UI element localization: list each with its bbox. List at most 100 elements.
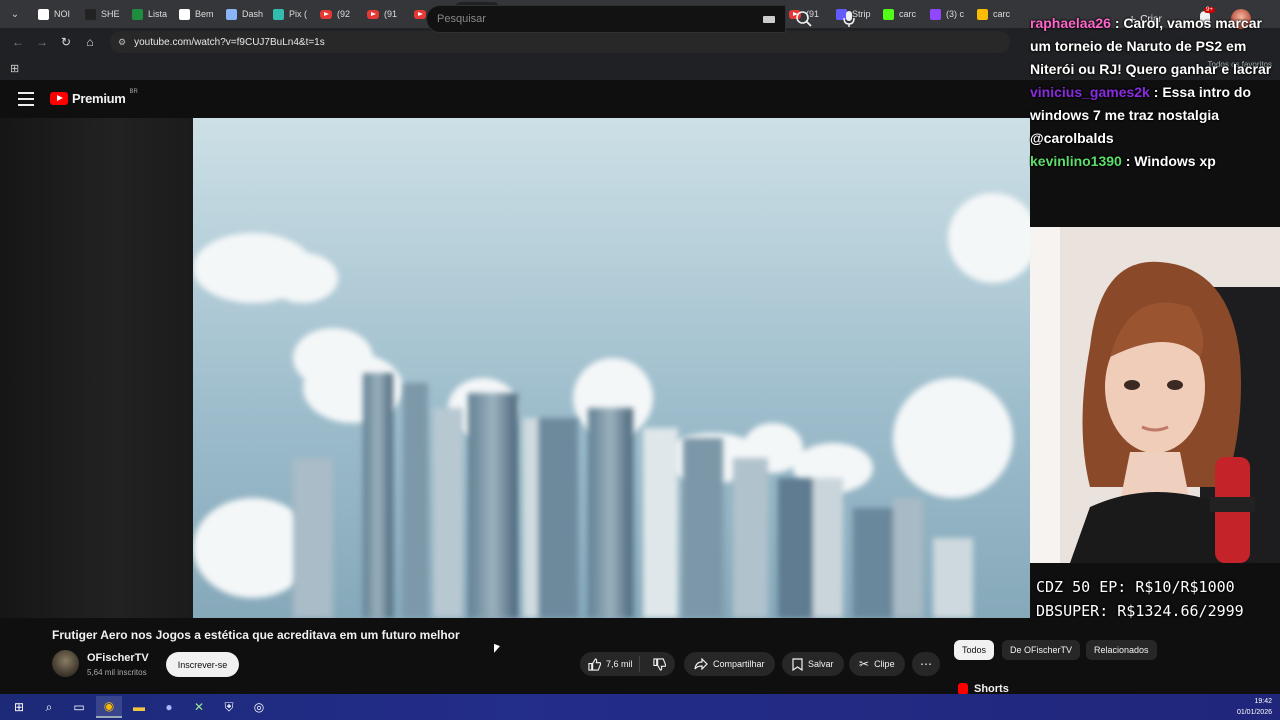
streamer-webcam [1030, 227, 1280, 563]
search-placeholder: Pesquisar [437, 13, 486, 25]
more-horizontal-icon: ⋯ [920, 657, 932, 671]
webcam-person [1030, 227, 1280, 563]
like-button[interactable]: 7,6 mil [580, 656, 640, 672]
apps-grid-icon[interactable]: ⊞ [10, 62, 19, 75]
chat-list: raphaelaa26 : Carol, vamos marcar um tor… [1030, 12, 1280, 173]
save-label: Salvar [808, 659, 834, 669]
stream-chat-overlay: raphaelaa26 : Carol, vamos marcar um tor… [1030, 12, 1280, 173]
tab-label: SHE [101, 9, 120, 19]
windows-taskbar: ⊞ ⌕ ▭ ◉ ▬ ● ✕ ⛨ ◎ [0, 694, 1280, 720]
youtube-logo[interactable]: Premium BR [50, 88, 138, 106]
menu-icon[interactable] [18, 92, 34, 106]
scissors-icon: ✂ [859, 657, 870, 671]
clock-time: 19:42 [1254, 698, 1272, 705]
like-dislike-group: 7,6 mil [580, 652, 675, 676]
chat-message: raphaelaa26 : Carol, vamos marcar um tor… [1030, 12, 1280, 81]
video-player[interactable] [193, 118, 1030, 618]
forward-icon[interactable]: → [32, 32, 52, 52]
browser-tab[interactable]: (91 [361, 2, 406, 26]
chat-username: kevinlino1390 [1030, 153, 1122, 169]
back-icon[interactable]: ← [8, 32, 28, 52]
youtube-play-icon [50, 92, 68, 105]
reload-icon[interactable]: ↻ [56, 32, 76, 52]
site-info-icon[interactable]: ⚙ [118, 37, 126, 48]
voice-search-button[interactable] [836, 5, 862, 33]
channel-name[interactable]: OFischerTV [87, 652, 149, 664]
browser-tab[interactable]: Bem [173, 2, 218, 26]
search-icon [796, 11, 812, 27]
chrome-icon [977, 8, 988, 20]
save-button[interactable]: Salvar [782, 652, 844, 676]
tab-label: (3) c [946, 9, 964, 19]
thumbs-down-icon [653, 657, 667, 671]
chrome-icon[interactable]: ◉ [96, 696, 122, 718]
bookmark-icon [792, 657, 803, 671]
search-icon[interactable]: ⌕ [36, 696, 62, 718]
clock-date: 01/01/2026 [1236, 709, 1272, 716]
task-view-icon[interactable]: ▭ [66, 696, 92, 718]
home-icon[interactable]: ⌂ [80, 32, 100, 52]
search-button[interactable] [786, 5, 822, 33]
tab-search-icon[interactable]: ⌄ [6, 5, 24, 23]
clip-label: Clipe [874, 659, 895, 669]
xbox-icon[interactable]: ✕ [186, 696, 212, 718]
share-label: Compartilhar [713, 659, 765, 669]
file-explorer-icon[interactable]: ▬ [126, 696, 152, 718]
tab-label: Lista [148, 9, 168, 19]
browser-tab[interactable]: SHE [79, 2, 124, 26]
subscribe-button[interactable]: Inscrever-se [166, 652, 239, 677]
chip-related[interactable]: Relacionados [1086, 640, 1157, 660]
browser-tab[interactable]: (3) c [924, 2, 969, 26]
browser-tab[interactable]: Dash [220, 2, 265, 26]
logo-region: BR [129, 88, 138, 95]
browser-tab[interactable]: Pix ( [267, 2, 312, 26]
browser-tab[interactable]: (92 [314, 2, 359, 26]
share-button[interactable]: Compartilhar [684, 652, 775, 676]
youtube-icon [414, 9, 426, 19]
system-clock[interactable]: 19:42 01/01/2026 [1237, 696, 1272, 718]
search-input[interactable]: Pesquisar [426, 5, 786, 33]
url-text: youtube.com/watch?v=f9CUJ7BuLn4&t=1s [134, 36, 325, 48]
chat-message: kevinlino1390 : Windows xp [1030, 150, 1280, 173]
twitch-icon [930, 8, 941, 20]
clip-button[interactable]: ✂ Clipe [849, 652, 905, 676]
dislike-button[interactable] [645, 657, 676, 671]
kick-icon [883, 8, 894, 20]
chip-from-channel[interactable]: De OFischerTV [1002, 640, 1081, 660]
logo-text: Premium [72, 91, 126, 106]
keyboard-icon[interactable] [763, 16, 775, 23]
more-actions-button[interactable]: ⋯ [912, 652, 940, 676]
player-side-blur [0, 118, 193, 618]
shield-icon[interactable]: ⛨ [216, 696, 242, 718]
video-frame-city-skyline [193, 118, 1030, 618]
youtube-icon [320, 9, 332, 19]
browser-tab[interactable]: carc [971, 2, 1016, 26]
mouse-cursor [494, 643, 500, 656]
tab-label: carc [899, 9, 917, 19]
chip-all[interactable]: Todos [954, 640, 995, 660]
windows-start-icon[interactable]: ⊞ [6, 696, 32, 718]
tab-label: carc [993, 9, 1011, 19]
browser-tab[interactable]: carc [877, 2, 922, 26]
tab-label: Pix ( [289, 9, 307, 19]
tab-label: (92 [337, 9, 351, 19]
pix-icon [273, 8, 284, 20]
screen: ⌄ NOISHEListaBemDashPix ((92(91(92(92(92… [0, 0, 1280, 720]
address-bar[interactable]: ⚙ youtube.com/watch?v=f9CUJ7BuLn4&t=1s [110, 31, 1010, 53]
sheets-icon [132, 8, 143, 20]
youtube-icon [367, 9, 379, 19]
chat-text: Windows xp [1134, 153, 1216, 169]
subscriber-count: 5,64 mil inscritos [87, 668, 147, 677]
chat-separator: : [1110, 15, 1124, 31]
chat-username: vinicius_games2k [1030, 84, 1150, 100]
channel-avatar[interactable] [52, 650, 79, 677]
obs-icon[interactable]: ◎ [246, 696, 272, 718]
share-icon [694, 658, 708, 670]
chat-message: vinicius_games2k : Essa intro do windows… [1030, 81, 1280, 150]
globe-icon [226, 8, 237, 20]
tab-label: (91 [384, 9, 398, 19]
tab-label: Bem [195, 9, 214, 19]
browser-tab[interactable]: NOI [32, 2, 77, 26]
discord-icon[interactable]: ● [156, 696, 182, 718]
browser-tab[interactable]: Lista [126, 2, 171, 26]
